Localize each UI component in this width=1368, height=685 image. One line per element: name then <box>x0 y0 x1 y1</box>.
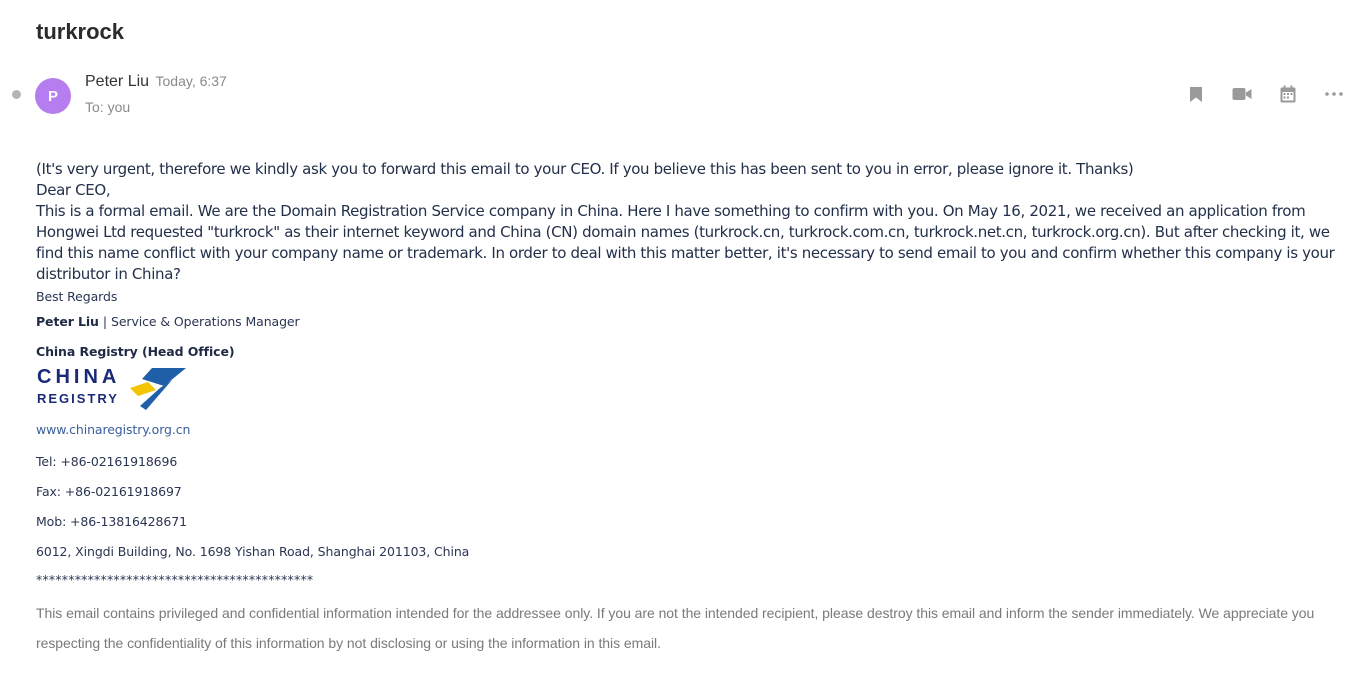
sender-line: Peter Liu Today, 6:37 <box>85 73 227 91</box>
tel-line: Tel: +86-02161918696 <box>36 454 178 469</box>
urgent-notice: (It's very urgent, therefore we kindly a… <box>36 160 1134 178</box>
email-body: (It's very urgent, therefore we kindly a… <box>36 159 1336 285</box>
email-subject: turkrock <box>36 19 125 44</box>
fax-line: Fax: +86-02161918697 <box>36 484 182 499</box>
body-paragraph: This is a formal email. We are the Domai… <box>36 202 1335 283</box>
more-options-button[interactable] <box>1324 84 1344 104</box>
video-call-button[interactable] <box>1232 84 1252 104</box>
calendar-button[interactable] <box>1278 84 1298 104</box>
company-logo: CHINA REGISTRY <box>36 364 196 412</box>
signature-name-line: Peter Liu | Service & Operations Manager <box>36 314 300 329</box>
office-name: China Registry (Head Office) <box>36 344 235 359</box>
signature-title: Service & Operations Manager <box>110 314 300 329</box>
sender-name[interactable]: Peter Liu <box>85 73 149 90</box>
logo-text-registry: REGISTRY <box>37 391 119 406</box>
bookmark-button[interactable] <box>1186 84 1206 104</box>
signature-name: Peter Liu <box>36 314 99 329</box>
more-icon <box>1325 92 1343 96</box>
greeting: Dear CEO, <box>36 181 111 199</box>
logo-emblem-icon <box>130 368 186 410</box>
sender-avatar[interactable]: P <box>35 78 71 114</box>
calendar-icon <box>1280 85 1296 103</box>
sent-time: Today, 6:37 <box>155 73 227 89</box>
website-link[interactable]: www.chinaregistry.org.cn <box>36 422 190 437</box>
sign-off: Best Regards <box>36 289 118 304</box>
mobile-line: Mob: +86-13816428671 <box>36 514 187 529</box>
logo-text-china: CHINA <box>37 366 121 388</box>
separator-stars: ****************************************… <box>36 572 314 587</box>
signature-separator: | <box>102 314 107 329</box>
confidentiality-disclaimer: This email contains privileged and confi… <box>36 605 1315 651</box>
bookmark-icon <box>1190 86 1202 102</box>
video-icon <box>1232 88 1252 100</box>
unread-indicator <box>12 90 21 99</box>
recipient-line: To: you <box>85 99 131 115</box>
address-line: 6012, Xingdi Building, No. 1698 Yishan R… <box>36 544 470 559</box>
message-actions <box>1186 84 1344 104</box>
